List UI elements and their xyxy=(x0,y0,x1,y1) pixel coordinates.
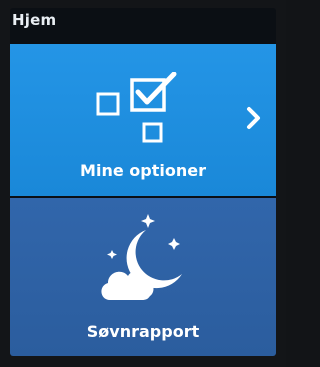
device-bezel: Hjem Mine optioner Søvnrapport xyxy=(0,0,286,367)
moon-cloud-stars-icon xyxy=(101,214,182,300)
checkbox-options-icon xyxy=(96,72,177,143)
chevron-right-icon[interactable] xyxy=(246,106,262,130)
tile-label-my-options: Mine optioner xyxy=(80,161,206,180)
tile-my-options[interactable]: Mine optioner xyxy=(10,44,276,196)
page-title: Hjem xyxy=(12,11,57,29)
screen: Hjem Mine optioner Søvnrapport xyxy=(10,8,276,356)
tile-sleep-report[interactable]: Søvnrapport xyxy=(10,198,276,356)
tile-label-sleep-report: Søvnrapport xyxy=(86,322,200,341)
